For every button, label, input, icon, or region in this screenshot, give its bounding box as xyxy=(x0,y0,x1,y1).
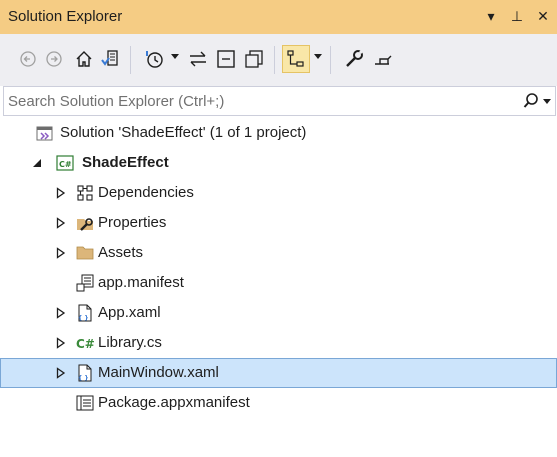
tree-label-item: Package.appxmanifest xyxy=(98,394,250,411)
csharp-project-icon: C# xyxy=(56,155,74,171)
svg-text:C#: C# xyxy=(59,160,72,169)
tree-label-item: MainWindow.xaml xyxy=(98,364,219,381)
show-all-files-button[interactable] xyxy=(240,45,268,73)
home-button[interactable] xyxy=(70,45,98,73)
tree-row-app-xaml[interactable]: { } App.xaml xyxy=(0,298,557,328)
svg-text:{ }: { } xyxy=(78,375,89,382)
tree-label-item: Assets xyxy=(98,244,144,261)
search-box xyxy=(3,86,556,116)
tree-row-package-appxmanifest[interactable]: Package.appxmanifest xyxy=(0,388,557,418)
search-options-dropdown-icon[interactable] xyxy=(543,99,551,104)
tree-label-item: app.manifest xyxy=(98,274,184,291)
tree-label-item: Properties xyxy=(98,214,167,231)
pending-changes-icon xyxy=(146,51,163,68)
collapsed-arrow-icon[interactable] xyxy=(56,247,66,259)
tree-label-item: Library.cs xyxy=(98,334,162,351)
preview-dropdown-icon[interactable] xyxy=(314,54,322,59)
tool-window-titlebar: Solution Explorer ▾ ⊥ ✕ xyxy=(0,0,557,34)
xaml-file-icon: { } xyxy=(78,304,92,322)
tree-label-item: App.xaml xyxy=(98,304,161,321)
properties-button[interactable] xyxy=(340,45,368,73)
collapsed-arrow-icon[interactable] xyxy=(56,367,66,379)
appxmanifest-icon xyxy=(76,395,94,411)
csharp-file-icon: C# xyxy=(76,337,94,351)
sync-with-active-document-button[interactable] xyxy=(184,45,212,73)
switch-views-button[interactable] xyxy=(96,45,124,73)
back-icon xyxy=(20,51,36,67)
solution-explorer-toolbar xyxy=(0,34,557,86)
forward-icon xyxy=(46,51,62,67)
window-title: Solution Explorer xyxy=(8,8,123,25)
expanded-arrow-icon[interactable] xyxy=(32,157,42,169)
tree-label-item: Dependencies xyxy=(98,184,194,201)
close-window-icon[interactable]: ✕ xyxy=(535,6,551,26)
preview-icon xyxy=(287,50,304,67)
collapsed-arrow-icon[interactable] xyxy=(56,187,66,199)
forward-button[interactable] xyxy=(40,45,68,73)
collapse-all-icon xyxy=(217,50,235,68)
tree-row-library-cs[interactable]: C# Library.cs xyxy=(0,328,557,358)
preview-selected-items-button[interactable] xyxy=(282,45,310,73)
pin-button[interactable] xyxy=(368,45,396,73)
tree-row-app-manifest[interactable]: app.manifest xyxy=(0,268,557,298)
sync-icon xyxy=(190,51,206,67)
switch-views-icon xyxy=(101,50,118,66)
collapse-all-button[interactable] xyxy=(212,45,240,73)
properties-wrench-icon xyxy=(77,218,93,231)
pin-window-icon[interactable]: ⊥ xyxy=(509,6,525,26)
tree-row-assets[interactable]: Assets xyxy=(0,238,557,268)
dependencies-icon xyxy=(77,185,93,201)
pending-changes-filter-button[interactable] xyxy=(140,45,168,73)
tree-row-properties[interactable]: Properties xyxy=(0,208,557,238)
pending-changes-dropdown-icon[interactable] xyxy=(171,54,179,59)
tree-row-solution[interactable]: Solution 'ShadeEffect' (1 of 1 project) xyxy=(0,118,557,148)
svg-text:{ }: { } xyxy=(78,315,89,322)
manifest-icon xyxy=(76,274,94,292)
search-input[interactable] xyxy=(8,90,508,112)
tree-row-project[interactable]: C# ShadeEffect xyxy=(0,148,557,178)
tree-row-mainwindow-xaml[interactable]: { } MainWindow.xaml xyxy=(0,358,557,388)
window-options-dropdown-icon[interactable]: ▾ xyxy=(483,6,499,26)
tree-row-dependencies[interactable]: Dependencies xyxy=(0,178,557,208)
xaml-file-icon: { } xyxy=(78,364,92,382)
back-button[interactable] xyxy=(14,45,42,73)
search-icon[interactable] xyxy=(523,92,539,114)
collapsed-arrow-icon[interactable] xyxy=(56,337,66,349)
tree-label-solution: Solution 'ShadeEffect' (1 of 1 project) xyxy=(60,124,307,141)
folder-icon xyxy=(76,246,94,260)
home-icon xyxy=(76,51,92,67)
wrench-icon xyxy=(346,49,364,67)
show-all-files-icon xyxy=(245,50,263,68)
tree-label-project: ShadeEffect xyxy=(82,154,169,171)
pin-icon xyxy=(375,55,392,65)
collapsed-arrow-icon[interactable] xyxy=(56,217,66,229)
collapsed-arrow-icon[interactable] xyxy=(56,307,66,319)
svg-text:C#: C# xyxy=(76,337,94,351)
solution-icon xyxy=(36,126,53,141)
